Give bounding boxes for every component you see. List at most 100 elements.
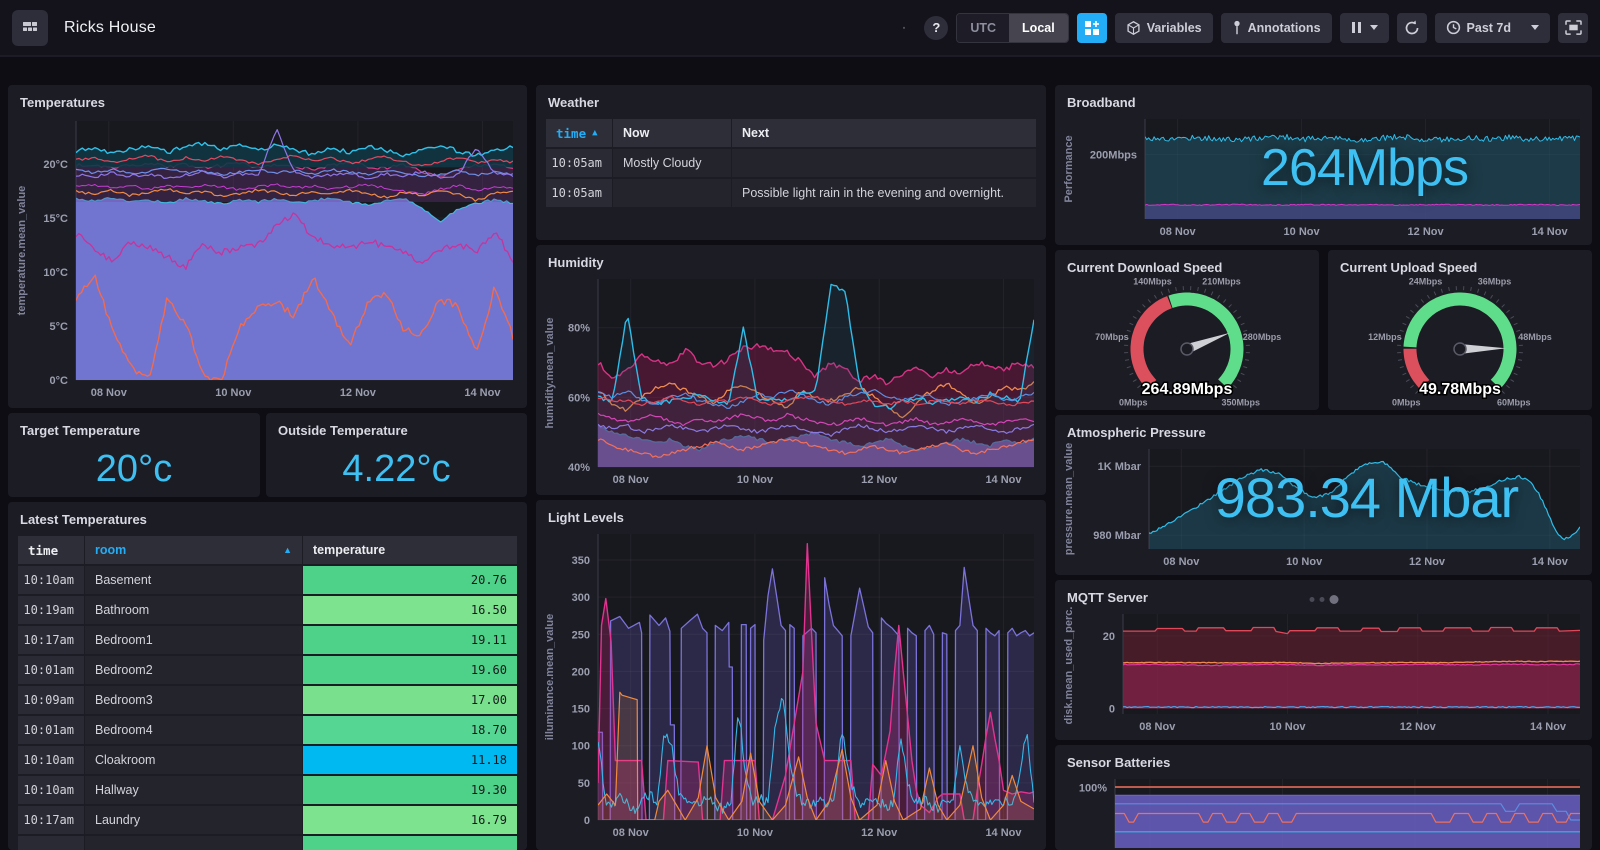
loading-dots: [1309, 595, 1338, 604]
weather-col-now[interactable]: Now: [613, 119, 731, 147]
svg-text:350Mbps: 350Mbps: [1221, 398, 1260, 408]
panel-outside-temperature: Outside Temperature 4.22°c: [266, 413, 527, 497]
svg-text:20: 20: [1103, 631, 1115, 643]
add-cell-button[interactable]: [1076, 12, 1107, 43]
timezone-local-button[interactable]: Local: [1009, 13, 1068, 42]
svg-text:08 Nov: 08 Nov: [1160, 226, 1197, 238]
latest-table-header: time room ▲ temperature: [18, 536, 517, 564]
svg-text:10 Nov: 10 Nov: [215, 387, 252, 399]
weather-time: 10:05am: [546, 179, 612, 207]
humidity-chart[interactable]: 40% 60% 80% 08 Nov 10 Nov 12 Nov 14 Nov humidit…: [540, 271, 1042, 491]
annotations-button[interactable]: Annotations: [1220, 12, 1332, 43]
target-temperature-value: 20°c: [95, 448, 173, 490]
panel-sensor-batteries: Sensor Batteries 100%: [1055, 745, 1592, 850]
latest-temperature: [303, 836, 517, 850]
svg-text:14 Nov: 14 Nov: [985, 474, 1022, 486]
latest-room: Bedroom2: [85, 656, 302, 684]
temperatures-chart[interactable]: 0°C 5°C 10°C 15°C 20°C 08 Nov 10 Nov 12 Nov 14 N…: [12, 111, 523, 404]
svg-text:250: 250: [572, 629, 590, 641]
svg-text:12 Nov: 12 Nov: [861, 827, 898, 839]
light-levels-chart[interactable]: 0 50 100 150 200 250 300 350 08 Nov 10 Nov 12 Nov 1…: [540, 526, 1042, 846]
panel-title: Current Upload Speed: [1340, 260, 1478, 275]
latest-temperatures-table: time room ▲ temperature 10:10am Basement 20.76…: [18, 536, 517, 850]
svg-text:70Mbps: 70Mbps: [1095, 332, 1129, 342]
latest-time: 10:01am: [18, 656, 84, 684]
navbar: Ricks House ? UTC Local Variables Annota…: [0, 0, 1600, 57]
latest-row: 10:10am Hallway 19.30: [18, 776, 517, 804]
pause-refresh-button[interactable]: [1339, 12, 1389, 43]
variables-label: Variables: [1146, 20, 1202, 35]
add-cell-icon: [1084, 20, 1099, 35]
latest-temperature: 18.70: [303, 716, 517, 744]
pressure-chart[interactable]: 980 Mbar 1K Mbar 08 Nov 10 Nov 12 Nov 14 Nov p…: [1059, 441, 1588, 571]
svg-text:50: 50: [578, 778, 590, 790]
latest-row: [18, 836, 517, 850]
dashboards-icon[interactable]: [12, 9, 48, 46]
panel-title: Outside Temperature: [278, 423, 408, 438]
weather-table-header: time ▲ Now Next: [546, 119, 1036, 147]
svg-text:0°C: 0°C: [50, 375, 69, 387]
variables-button[interactable]: Variables: [1114, 12, 1213, 43]
weather-now: [613, 179, 731, 207]
grid-glyph: [23, 21, 37, 31]
panel-title: Latest Temperatures: [20, 512, 147, 527]
svg-text:humidity.mean_value: humidity.mean_value: [544, 317, 556, 428]
weather-now: Mostly Cloudy: [613, 149, 731, 177]
mqtt-chart[interactable]: 0 20 08 Nov 10 Nov 12 Nov 14 Nov disk.mean_use…: [1059, 606, 1588, 736]
latest-row: 10:01am Bedroom4 18.70: [18, 716, 517, 744]
weather-col-time[interactable]: time ▲: [546, 119, 612, 147]
time-range-dropdown[interactable]: Past 7d: [1434, 12, 1550, 43]
latest-row: 10:17am Laundry 16.79: [18, 806, 517, 834]
latest-row: 10:09am Bedroom3 17.00: [18, 686, 517, 714]
latest-temperature: 19.30: [303, 776, 517, 804]
annotation-pin-icon: [1233, 20, 1240, 34]
svg-text:210Mbps: 210Mbps: [1202, 276, 1241, 286]
panel-mqtt: MQTT Server 0 20 08 Nov 10 Nov 12 Nov 14 Nov d…: [1055, 580, 1592, 740]
svg-text:14 Nov: 14 Nov: [1532, 226, 1569, 238]
refresh-button[interactable]: [1396, 12, 1427, 43]
svg-text:100%: 100%: [1079, 783, 1107, 795]
panel-title: Light Levels: [548, 510, 624, 525]
latest-time: 10:10am: [18, 746, 84, 774]
latest-col-time[interactable]: time: [18, 536, 84, 564]
latest-col-room[interactable]: room ▲: [85, 536, 302, 564]
svg-text:12 Nov: 12 Nov: [861, 474, 898, 486]
svg-text:5°C: 5°C: [50, 321, 69, 333]
sensor-batteries-chart[interactable]: 100%: [1059, 771, 1588, 850]
panel-download-speed: Current Download Speed 0Mbps 70Mbps 140Mbp…: [1055, 250, 1319, 410]
svg-text:300: 300: [572, 592, 590, 604]
svg-text:14 Nov: 14 Nov: [464, 387, 501, 399]
latest-temperature: 11.18: [303, 746, 517, 774]
svg-text:14 Nov: 14 Nov: [1532, 556, 1569, 568]
latest-row: 10:19am Bathroom 16.50: [18, 596, 517, 624]
svg-text:0Mbps: 0Mbps: [1392, 398, 1421, 408]
presentation-mode-button[interactable]: [1558, 12, 1588, 43]
annotations-label: Annotations: [1247, 20, 1321, 35]
svg-text:12 Nov: 12 Nov: [1409, 556, 1446, 568]
svg-text:24Mbps: 24Mbps: [1409, 276, 1443, 286]
help-icon[interactable]: ?: [924, 15, 949, 40]
latest-temperature: 19.11: [303, 626, 517, 654]
panel-title: Current Download Speed: [1067, 260, 1223, 275]
weather-next: [732, 149, 1036, 177]
svg-text:12Mbps: 12Mbps: [1368, 332, 1402, 342]
weather-col-next[interactable]: Next: [732, 119, 1036, 147]
svg-text:20°C: 20°C: [43, 159, 68, 171]
svg-text:pressure.mean_value: pressure.mean_value: [1063, 443, 1075, 556]
latest-time: 10:10am: [18, 776, 84, 804]
svg-text:36Mbps: 36Mbps: [1478, 276, 1512, 286]
timezone-utc-button[interactable]: UTC: [957, 13, 1010, 42]
latest-temperature: 20.76: [303, 566, 517, 594]
weather-row: 10:05am Possible light rain in the evenin…: [546, 179, 1036, 207]
weather-time: 10:05am: [546, 149, 612, 177]
panel-latest-temperatures: Latest Temperatures time room ▲ temperature…: [8, 502, 527, 850]
sources-icon[interactable]: [892, 13, 916, 43]
panel-title: Atmospheric Pressure: [1067, 425, 1206, 440]
latest-time: [18, 836, 84, 850]
latest-row: 10:17am Bedroom1 19.11: [18, 626, 517, 654]
svg-text:10 Nov: 10 Nov: [1269, 721, 1306, 733]
svg-text:10°C: 10°C: [43, 267, 68, 279]
latest-col-temperature[interactable]: temperature: [303, 536, 517, 564]
weather-table: time ▲ Now Next 10:05am Mostly Cloudy 10:05am P…: [546, 119, 1036, 207]
broadband-chart[interactable]: 200Mbps 08 Nov 10 Nov 12 Nov 14 Nov Performan…: [1059, 111, 1588, 241]
